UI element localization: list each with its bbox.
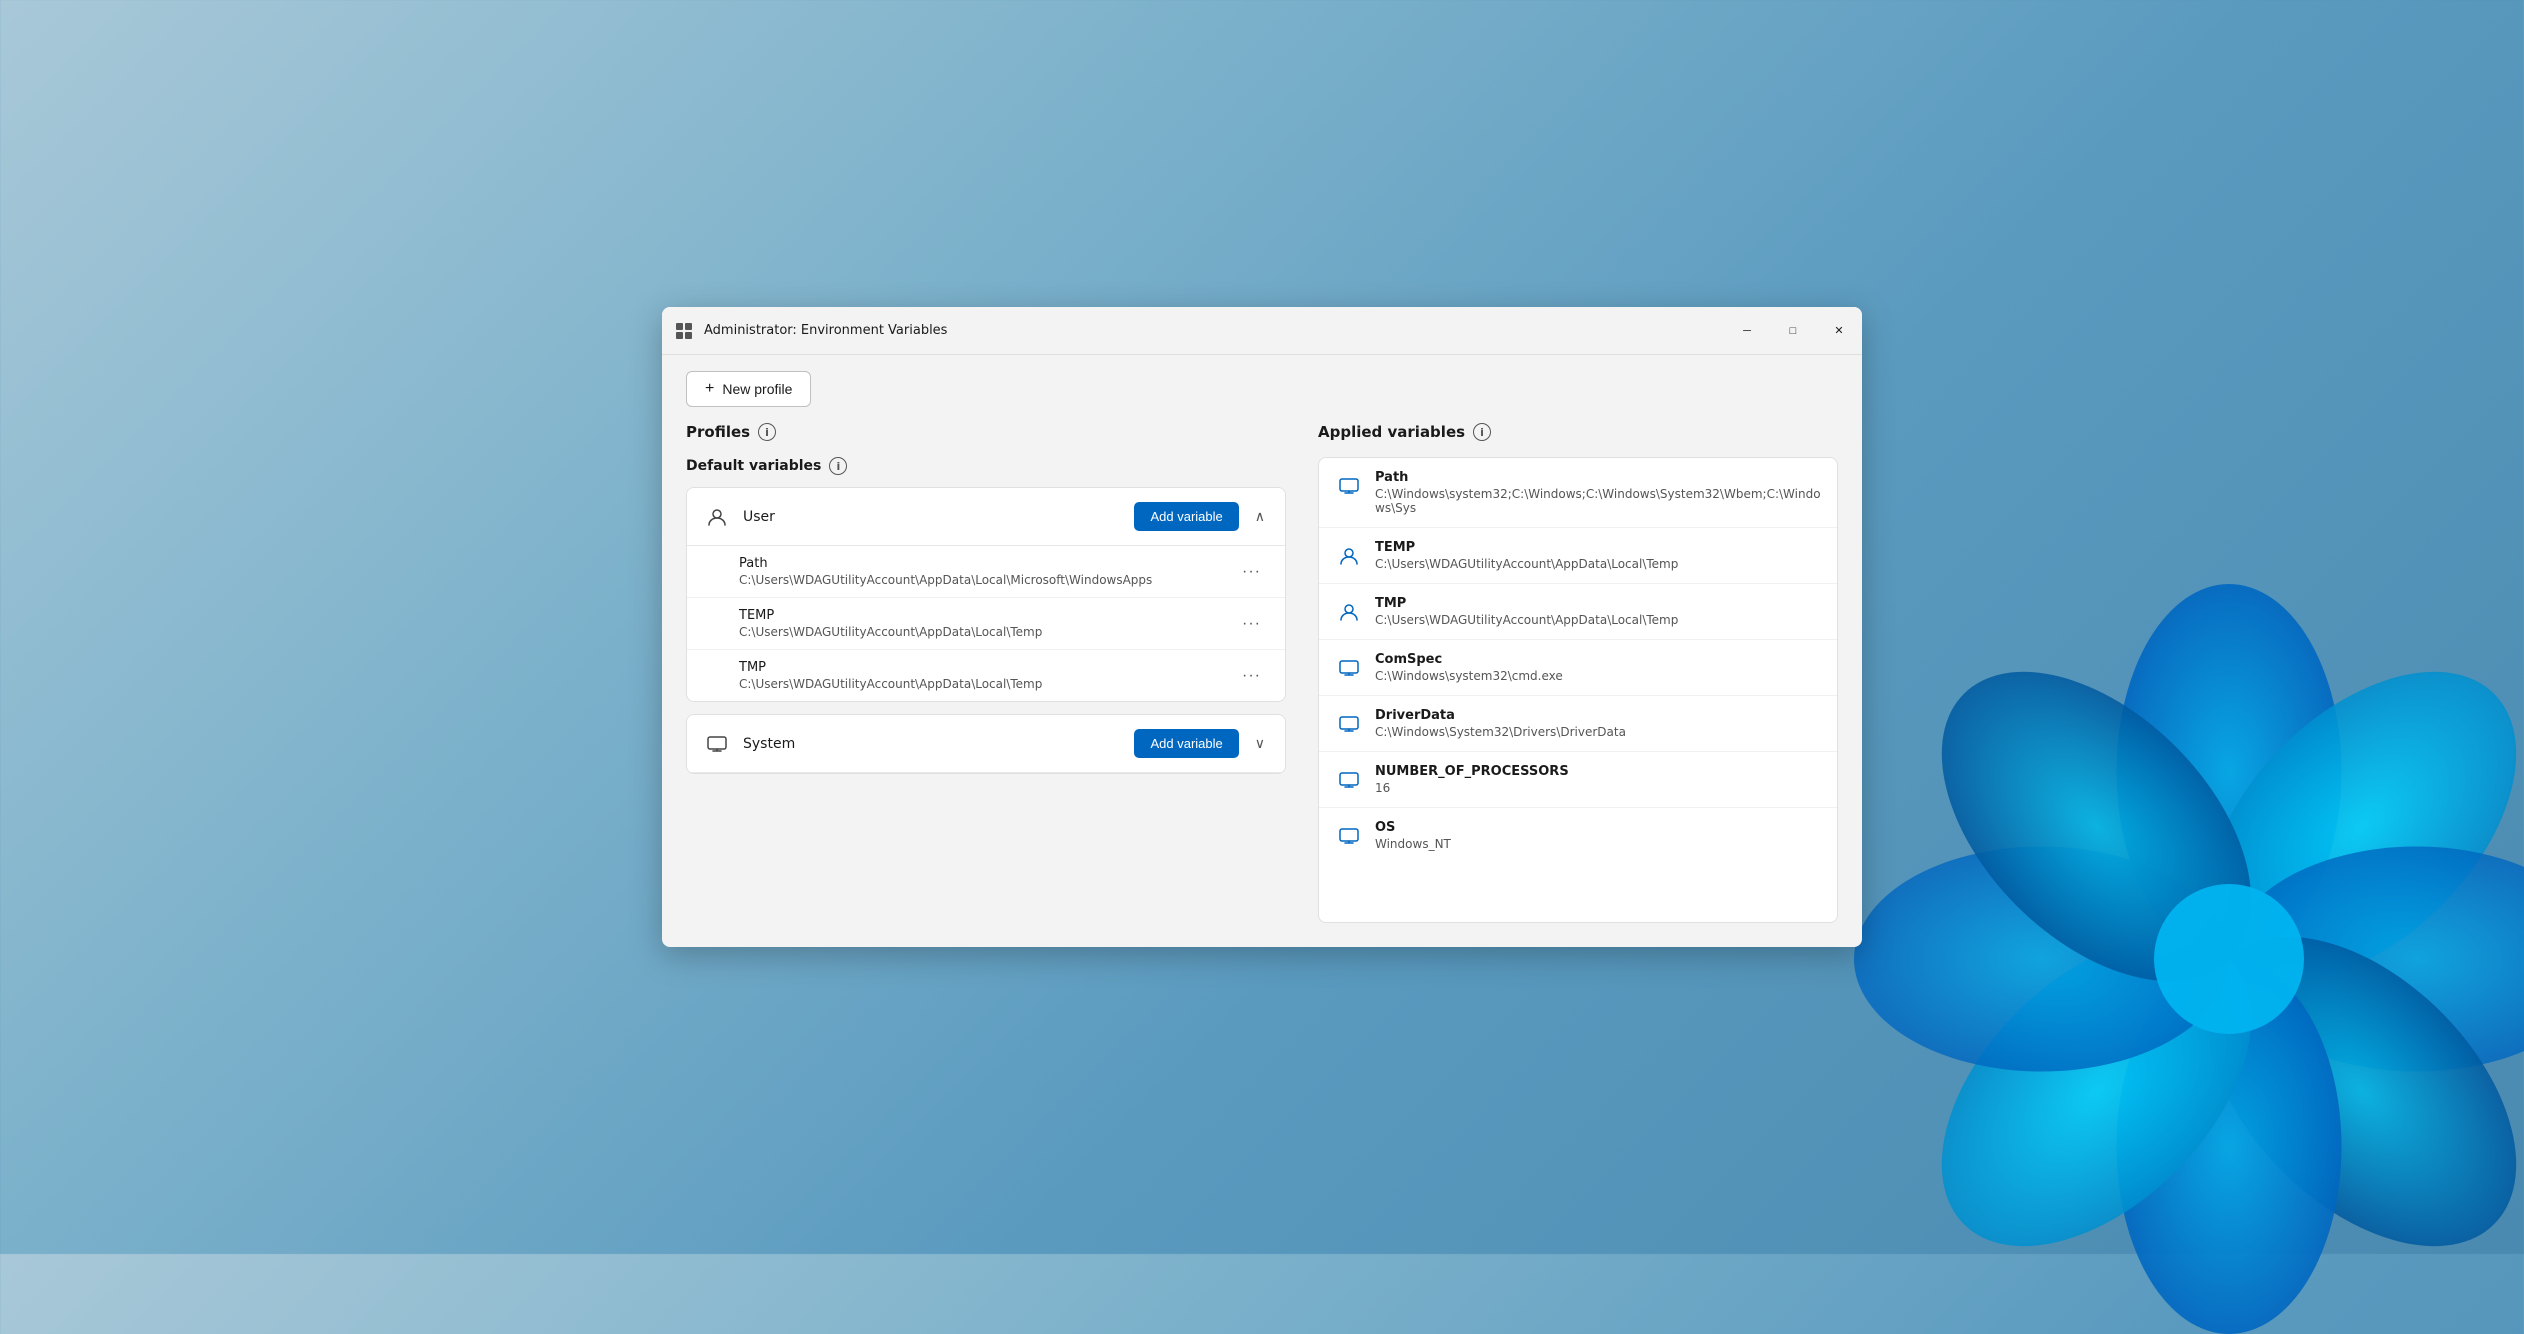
system-chevron-icon: ∨	[1255, 735, 1265, 751]
user-var-tmp-more-button[interactable]: ···	[1234, 663, 1269, 689]
default-variables-header: Default variables i	[686, 457, 1286, 475]
applied-var-path-name: Path	[1375, 470, 1821, 485]
right-panel: Applied variables i Path C:\Windows\syst…	[1318, 423, 1838, 923]
applied-variables-info-icon[interactable]: i	[1473, 423, 1491, 441]
left-panel: Profiles i Default variables i User	[686, 423, 1286, 923]
user-group-title: User	[743, 509, 1134, 525]
user-group-header: User Add variable ∧	[687, 488, 1285, 546]
maximize-button[interactable]: □	[1770, 307, 1816, 354]
user-var-path-value: C:\Users\WDAGUtilityAccount\AppData\Loca…	[739, 573, 1219, 587]
new-profile-label: New profile	[722, 381, 792, 397]
user-icon	[703, 503, 731, 531]
user-variables-card: User Add variable ∧ Path C:\Users\WDAGUt…	[686, 487, 1286, 702]
applied-var-comspec: ComSpec C:\Windows\system32\cmd.exe	[1319, 640, 1837, 696]
applied-variables-list: Path C:\Windows\system32;C:\Windows;C:\W…	[1318, 457, 1838, 923]
applied-var-driverdata: DriverData C:\Windows\System32\Drivers\D…	[1319, 696, 1837, 752]
user-var-temp: TEMP C:\Users\WDAGUtilityAccount\AppData…	[687, 598, 1285, 650]
applied-var-temp-name: TEMP	[1375, 540, 1821, 555]
user-var-temp-value: C:\Users\WDAGUtilityAccount\AppData\Loca…	[739, 625, 1219, 639]
applied-var-comspec-value: C:\Windows\system32\cmd.exe	[1375, 669, 1821, 683]
system-group-header: System Add variable ∨	[687, 715, 1285, 773]
applied-var-os-value: Windows_NT	[1375, 837, 1821, 851]
toolbar: + New profile	[662, 355, 1862, 423]
main-window: Administrator: Environment Variables ─ □…	[662, 307, 1862, 947]
applied-var-numproc-icon	[1335, 766, 1363, 794]
user-var-temp-name: TEMP	[739, 608, 1234, 623]
applied-var-path: Path C:\Windows\system32;C:\Windows;C:\W…	[1319, 458, 1837, 528]
user-var-path-name: Path	[739, 556, 1234, 571]
window-title: Administrator: Environment Variables	[704, 323, 1724, 338]
applied-var-tmp-value: C:\Users\WDAGUtilityAccount\AppData\Loca…	[1375, 613, 1821, 627]
applied-var-comspec-icon	[1335, 654, 1363, 682]
user-add-variable-button[interactable]: Add variable	[1134, 502, 1238, 531]
system-icon	[703, 730, 731, 758]
system-chevron-button[interactable]: ∨	[1251, 731, 1269, 756]
applied-var-numproc: NUMBER_OF_PROCESSORS 16	[1319, 752, 1837, 808]
profiles-label: Profiles	[686, 423, 750, 441]
default-variables-info-icon[interactable]: i	[829, 457, 847, 475]
system-add-variable-button[interactable]: Add variable	[1134, 729, 1238, 758]
applied-var-os-icon	[1335, 822, 1363, 850]
window-controls: ─ □ ✕	[1724, 307, 1862, 354]
applied-var-path-icon	[1335, 472, 1363, 500]
user-chevron-icon: ∧	[1255, 508, 1265, 524]
applied-var-numproc-name: NUMBER_OF_PROCESSORS	[1375, 764, 1821, 779]
plus-icon: +	[705, 380, 714, 398]
user-chevron-button[interactable]: ∧	[1251, 504, 1269, 529]
applied-var-temp-icon	[1335, 542, 1363, 570]
applied-var-driverdata-value: C:\Windows\System32\Drivers\DriverData	[1375, 725, 1821, 739]
new-profile-button[interactable]: + New profile	[686, 371, 811, 407]
applied-var-tmp: TMP C:\Users\WDAGUtilityAccount\AppData\…	[1319, 584, 1837, 640]
applied-variables-label: Applied variables	[1318, 423, 1465, 441]
minimize-button[interactable]: ─	[1724, 307, 1770, 354]
window-icon	[674, 321, 694, 341]
default-variables-label: Default variables	[686, 458, 821, 474]
applied-var-temp-value: C:\Users\WDAGUtilityAccount\AppData\Loca…	[1375, 557, 1821, 571]
applied-var-os: OS Windows_NT	[1319, 808, 1837, 863]
applied-var-comspec-name: ComSpec	[1375, 652, 1821, 667]
applied-var-tmp-icon	[1335, 598, 1363, 626]
profiles-info-icon[interactable]: i	[758, 423, 776, 441]
user-var-path: Path C:\Users\WDAGUtilityAccount\AppData…	[687, 546, 1285, 598]
main-content: Profiles i Default variables i User	[662, 423, 1862, 947]
profiles-section-header: Profiles i	[686, 423, 1286, 441]
user-var-path-more-button[interactable]: ···	[1234, 559, 1269, 585]
user-var-tmp: TMP C:\Users\WDAGUtilityAccount\AppData\…	[687, 650, 1285, 701]
applied-var-driverdata-name: DriverData	[1375, 708, 1821, 723]
user-var-tmp-name: TMP	[739, 660, 1234, 675]
applied-var-temp: TEMP C:\Users\WDAGUtilityAccount\AppData…	[1319, 528, 1837, 584]
system-variables-card: System Add variable ∨	[686, 714, 1286, 774]
user-var-temp-more-button[interactable]: ···	[1234, 611, 1269, 637]
applied-var-os-name: OS	[1375, 820, 1821, 835]
titlebar: Administrator: Environment Variables ─ □…	[662, 307, 1862, 355]
applied-var-driverdata-icon	[1335, 710, 1363, 738]
applied-var-numproc-value: 16	[1375, 781, 1821, 795]
user-var-tmp-value: C:\Users\WDAGUtilityAccount\AppData\Loca…	[739, 677, 1219, 691]
applied-var-path-value: C:\Windows\system32;C:\Windows;C:\Window…	[1375, 487, 1821, 515]
close-button[interactable]: ✕	[1816, 307, 1862, 354]
applied-var-tmp-name: TMP	[1375, 596, 1821, 611]
applied-variables-section-header: Applied variables i	[1318, 423, 1838, 441]
system-group-title: System	[743, 736, 1134, 752]
